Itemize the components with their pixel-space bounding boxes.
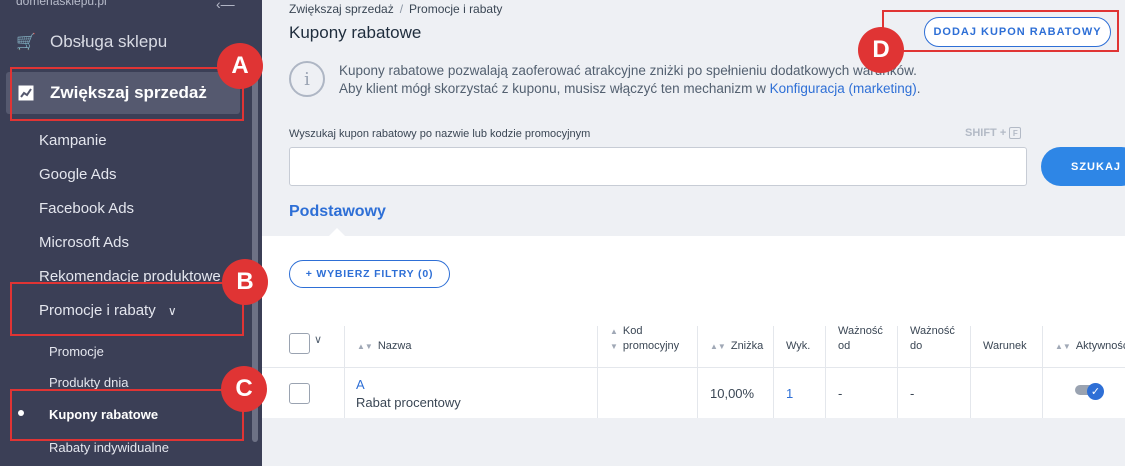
column-divider [773, 326, 774, 418]
search-button[interactable]: SZUKAJ [1041, 147, 1125, 186]
sidebar-item-label: Obsługa sklepu [50, 32, 168, 51]
info-line-2: Aby klient mógł skorzystać z kuponu, mus… [339, 80, 921, 98]
sort-icon: ▲▼ [357, 342, 373, 351]
sidebar-item-campaigns[interactable]: Kampanie [39, 132, 107, 149]
sidebar-subitem-individual-discounts[interactable]: Rabaty indywidualne [49, 440, 169, 455]
coupon-valid-from: - [838, 386, 843, 401]
collapse-sidebar-icon[interactable]: ‹— [216, 0, 235, 12]
column-header-name[interactable]: ▲▼ Nazwa [357, 339, 411, 354]
checkmark-icon[interactable]: ✓ [1087, 383, 1104, 400]
tab-notch [328, 228, 346, 237]
search-shortcut: SHIFT + F [965, 127, 1022, 139]
column-header-valid-from[interactable]: Ważność od [838, 324, 883, 354]
breadcrumb-parent[interactable]: Zwiększaj sprzedaż [289, 2, 394, 16]
coupon-used-link[interactable]: 1 [786, 386, 793, 401]
annotation-box-a [10, 67, 244, 121]
annotation-badge-a: A [217, 43, 263, 89]
column-header-label: Ważność [838, 325, 883, 337]
annotation-badge-c: C [221, 366, 267, 412]
sort-icon: ▲ [610, 327, 618, 336]
choose-filters-button[interactable]: + WYBIERZ FILTRY (0) [289, 260, 450, 288]
column-header-label: promocyjny [622, 340, 680, 352]
column-header-label: Nazwa [377, 340, 412, 352]
coupon-discount: 10,00% [710, 386, 755, 401]
shortcut-text: SHIFT + [965, 127, 1007, 139]
column-divider [697, 326, 698, 418]
annotation-box-c [10, 389, 244, 441]
column-header-label: Ważność [910, 325, 955, 337]
annotation-box-d [882, 10, 1119, 52]
breadcrumb-current[interactable]: Promocje i rabaty [409, 2, 502, 16]
sidebar-item-google-ads[interactable]: Google Ads [39, 166, 117, 183]
column-header-used[interactable]: Wyk. [786, 339, 810, 354]
column-header-valid-to[interactable]: Ważność do [910, 324, 955, 354]
sidebar-item-microsoft-ads[interactable]: Microsoft Ads [39, 234, 129, 251]
breadcrumb: Zwiększaj sprzedaż / Promocje i rabaty [289, 2, 502, 16]
shortcut-key: F [1009, 127, 1022, 139]
column-header-label: do [910, 340, 923, 352]
coupon-description: Rabat procentowy [356, 395, 461, 410]
store-domain: domenasklepu.pl [16, 0, 107, 8]
column-header-code[interactable]: ▲ Kod ▼ promocyjny [610, 324, 679, 354]
column-divider [1042, 326, 1043, 418]
breadcrumb-separator: / [399, 2, 404, 16]
column-header-label: Aktywność [1075, 340, 1125, 352]
chevron-down-icon[interactable]: ∨ [314, 333, 322, 346]
sort-icon: ▲▼ [1055, 342, 1071, 351]
tab-basic[interactable]: Podstawowy [289, 203, 386, 221]
column-header-label: od [838, 340, 851, 352]
sidebar-subitem-products-of-day[interactable]: Produkty dnia [49, 375, 129, 390]
info-line-2-prefix: Aby klient mógł skorzystać z kuponu, mus… [339, 81, 770, 96]
column-header-condition[interactable]: Warunek [983, 339, 1027, 354]
column-header-discount[interactable]: ▲▼ Zniżka [710, 339, 763, 354]
coupon-name-link[interactable]: A [356, 377, 365, 392]
search-input[interactable] [289, 147, 1027, 186]
cart-icon: 🛒 [16, 34, 36, 51]
sort-icon: ▲▼ [710, 342, 726, 351]
column-divider [825, 326, 826, 418]
annotation-badge-b: B [222, 259, 268, 305]
info-line-2-suffix: . [916, 81, 921, 96]
row-checkbox[interactable] [289, 383, 310, 404]
sidebar-subitem-promotions[interactable]: Promocje [49, 344, 104, 359]
search-label: Wyszukaj kupon rabatowy po nazwie lub ko… [289, 128, 591, 140]
page-title: Kupony rabatowe [289, 23, 422, 42]
column-divider [970, 326, 971, 418]
select-all-checkbox[interactable] [289, 333, 310, 354]
column-header-label: Zniżka [730, 340, 764, 352]
marketing-config-link[interactable]: Konfiguracja (marketing) [770, 81, 917, 96]
column-divider [597, 326, 598, 418]
column-header-active[interactable]: ▲▼ Aktywność [1055, 339, 1125, 354]
column-divider [344, 326, 345, 418]
annotation-box-b [10, 282, 244, 336]
sidebar-item-store-service[interactable]: 🛒 Obsługa sklepu [16, 30, 167, 54]
column-divider [897, 326, 898, 418]
info-line-1: Kupony rabatowe pozwalają zaoferować atr… [339, 63, 917, 78]
main-content: Zwiększaj sprzedaż / Promocje i rabaty Kup… [262, 0, 1125, 466]
annotation-badge-d: D [858, 27, 904, 73]
coupon-valid-to: - [910, 386, 915, 401]
column-header-label: Kod [622, 325, 643, 337]
info-text: Kupony rabatowe pozwalają zaoferować atr… [339, 62, 921, 98]
sort-icon: ▼ [610, 342, 618, 351]
info-icon: i [289, 61, 325, 97]
sidebar-item-facebook-ads[interactable]: Facebook Ads [39, 200, 134, 217]
